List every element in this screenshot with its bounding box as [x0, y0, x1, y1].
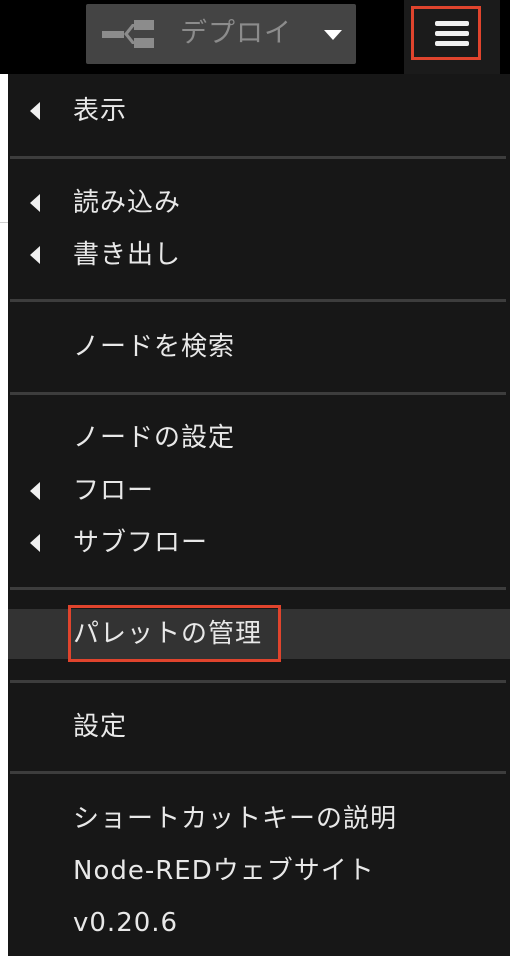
menu-item-export[interactable]: 書き出し: [8, 230, 510, 280]
menu-item-flows[interactable]: フロー: [8, 466, 510, 516]
deploy-flow-icon: [102, 20, 154, 48]
menu-item-subflows[interactable]: サブフロー: [8, 518, 510, 568]
menu-item-version: v0.20.6: [8, 898, 510, 948]
menu-button-highlight: [411, 6, 481, 60]
menu-item-label: 読み込み: [73, 188, 182, 218]
workspace-edge: [0, 74, 8, 956]
menu-item-label: サブフロー: [73, 528, 209, 558]
menu-divider: [10, 392, 506, 395]
menu-item-settings[interactable]: 設定: [8, 702, 510, 752]
menu-item-keyboard-shortcuts[interactable]: ショートカットキーの説明: [8, 794, 510, 844]
caret-left-icon: [30, 194, 40, 212]
chevron-down-icon[interactable]: [324, 30, 342, 40]
caret-left-icon: [30, 246, 40, 264]
caret-left-icon: [30, 534, 40, 552]
menu-divider: [10, 771, 506, 774]
menu-item-label: ノードを検索: [73, 332, 236, 362]
menu-item-view[interactable]: 表示: [8, 86, 510, 136]
menu-item-label: Node-REDウェブサイト: [73, 856, 375, 886]
menu-item-label: 表示: [73, 96, 128, 126]
menu-divider: [10, 299, 506, 302]
menu-divider: [10, 680, 506, 683]
menu-item-website[interactable]: Node-REDウェブサイト: [8, 846, 510, 896]
caret-left-icon: [30, 102, 40, 120]
menu-divider: [10, 156, 506, 159]
menu-item-configuration-nodes[interactable]: ノードの設定: [8, 413, 510, 463]
deploy-label: デプロイ: [180, 18, 292, 49]
menu-item-label: 設定: [73, 712, 128, 742]
header-bar: デプロイ: [0, 0, 510, 74]
menu-item-search[interactable]: ノードを検索: [8, 322, 510, 372]
deploy-button[interactable]: デプロイ: [86, 4, 356, 64]
menu-item-import[interactable]: 読み込み: [8, 178, 510, 228]
workspace-divider: [0, 222, 8, 223]
manage-palette-highlight: [68, 605, 281, 662]
version-label: v0.20.6: [73, 908, 179, 938]
menu-item-label: ショートカットキーの説明: [73, 804, 398, 834]
menu-item-label: ノードの設定: [73, 423, 236, 453]
menu-divider: [10, 587, 506, 590]
menu-item-label: フロー: [73, 476, 155, 506]
caret-left-icon: [30, 482, 40, 500]
menu-item-label: 書き出し: [73, 240, 182, 270]
